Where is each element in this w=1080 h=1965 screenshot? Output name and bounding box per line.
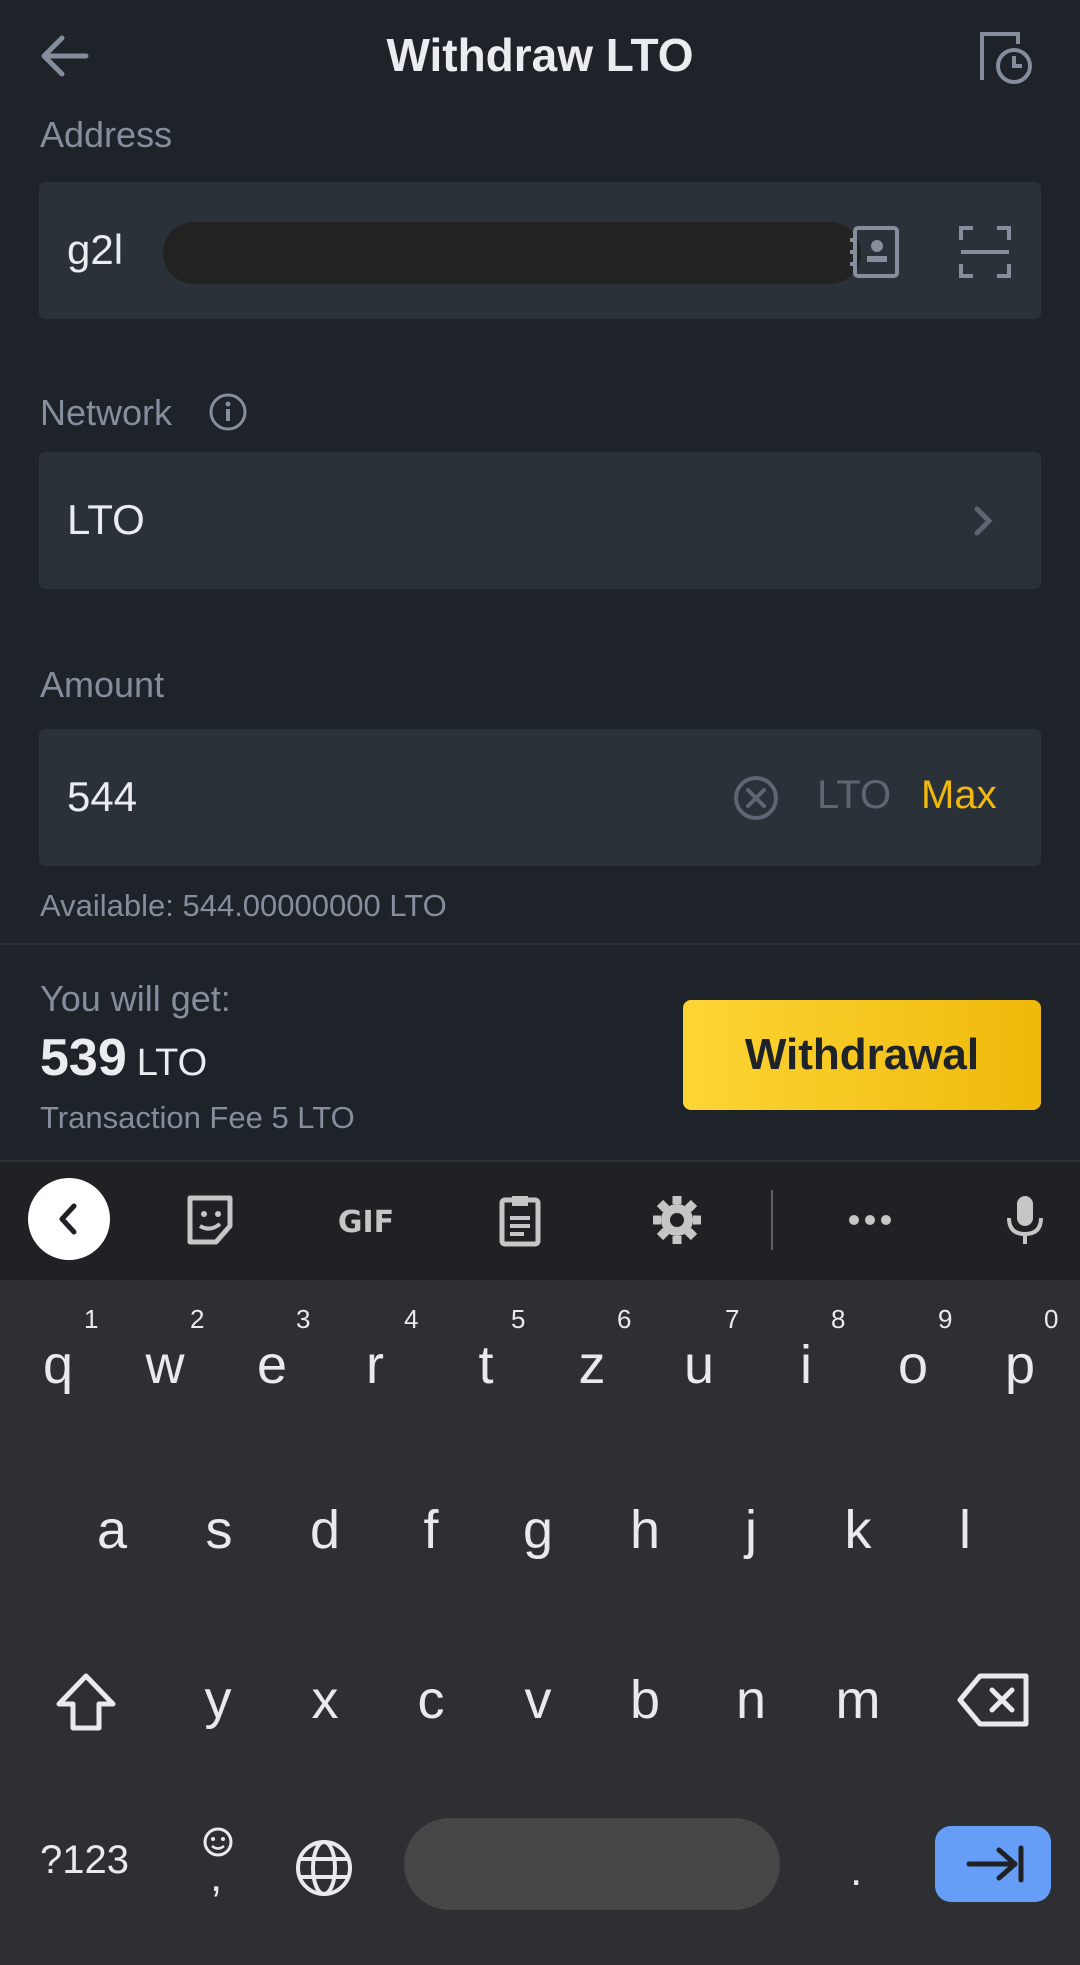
network-label: Network <box>40 392 173 433</box>
key-o[interactable]: o <box>863 1310 963 1420</box>
shift-key[interactable] <box>36 1646 136 1756</box>
key-w[interactable]: w <box>115 1310 215 1420</box>
redacted-address <box>163 222 861 284</box>
comma-key[interactable]: , <box>210 1852 222 1902</box>
key-f[interactable]: f <box>381 1475 481 1585</box>
receive-amount: 539 LTO <box>40 1028 207 1088</box>
key-c[interactable]: c <box>381 1645 481 1755</box>
clipboard-icon[interactable] <box>490 1190 550 1250</box>
network-selector[interactable]: LTO <box>39 452 1041 589</box>
sticker-icon[interactable] <box>180 1190 240 1250</box>
amount-field[interactable]: 544 LTO Max <box>39 729 1041 866</box>
amount-label: Amount <box>40 664 165 705</box>
collapse-keyboard-button[interactable] <box>28 1178 110 1260</box>
page-title: Withdraw LTO <box>386 29 694 81</box>
key-g[interactable]: g <box>488 1475 588 1585</box>
chevron-right-icon <box>965 501 1001 541</box>
settings-gear-icon[interactable] <box>647 1190 707 1250</box>
key-u[interactable]: u <box>649 1310 749 1420</box>
scan-qr-icon[interactable] <box>957 224 1013 280</box>
space-key[interactable] <box>404 1818 780 1910</box>
receive-label: You will get: <box>40 978 231 1019</box>
transaction-fee: Transaction Fee 5 LTO <box>40 1100 355 1135</box>
key-p[interactable]: p <box>970 1310 1070 1420</box>
more-options-icon[interactable] <box>840 1190 900 1250</box>
key-r[interactable]: r <box>325 1310 425 1420</box>
network-value: LTO <box>67 496 145 543</box>
key-d[interactable]: d <box>275 1475 375 1585</box>
key-i[interactable]: i <box>756 1310 856 1420</box>
available-balance: Available: 544.00000000 LTO <box>40 888 447 923</box>
address-field[interactable]: g2l <box>39 182 1041 319</box>
globe-icon[interactable] <box>292 1836 356 1900</box>
address-value: g2l <box>67 226 124 273</box>
clear-icon[interactable] <box>733 775 779 821</box>
key-q[interactable]: q <box>8 1310 108 1420</box>
key-b[interactable]: b <box>595 1645 695 1755</box>
enter-key[interactable] <box>935 1826 1051 1902</box>
key-l[interactable]: l <box>915 1475 1015 1585</box>
receive-unit: LTO <box>136 1042 208 1084</box>
key-s[interactable]: s <box>169 1475 269 1585</box>
svg-text:GIF: GIF <box>338 1205 394 1240</box>
header: Withdraw LTO <box>0 0 1080 120</box>
backspace-key[interactable] <box>944 1646 1044 1756</box>
divider <box>0 943 1080 945</box>
key-n[interactable]: n <box>701 1645 801 1755</box>
amount-value: 544 <box>67 773 138 820</box>
amount-unit: LTO <box>817 773 892 817</box>
key-k[interactable]: k <box>808 1475 908 1585</box>
withdrawal-button[interactable]: Withdrawal <box>683 1000 1041 1110</box>
key-e[interactable]: e <box>222 1310 322 1420</box>
key-v[interactable]: v <box>488 1645 588 1755</box>
key-j[interactable]: j <box>701 1475 801 1585</box>
gif-icon[interactable]: GIF <box>330 1190 402 1250</box>
key-a[interactable]: a <box>62 1475 162 1585</box>
address-label: Address <box>40 114 173 155</box>
period-key[interactable]: . <box>850 1846 862 1896</box>
key-y[interactable]: y <box>168 1645 268 1755</box>
toolbar-separator <box>771 1190 773 1250</box>
receive-value: 539 <box>40 1029 127 1087</box>
symbols-key[interactable]: ?123 <box>40 1838 129 1883</box>
history-icon[interactable] <box>976 28 1034 86</box>
address-book-icon[interactable] <box>847 224 903 280</box>
max-button[interactable]: Max <box>921 773 997 818</box>
info-icon[interactable] <box>208 392 248 432</box>
microphone-icon[interactable] <box>995 1190 1055 1250</box>
key-m[interactable]: m <box>808 1645 908 1755</box>
key-t[interactable]: t <box>436 1310 536 1420</box>
key-z[interactable]: z <box>542 1310 642 1420</box>
key-x[interactable]: x <box>275 1645 375 1755</box>
key-h[interactable]: h <box>595 1475 695 1585</box>
